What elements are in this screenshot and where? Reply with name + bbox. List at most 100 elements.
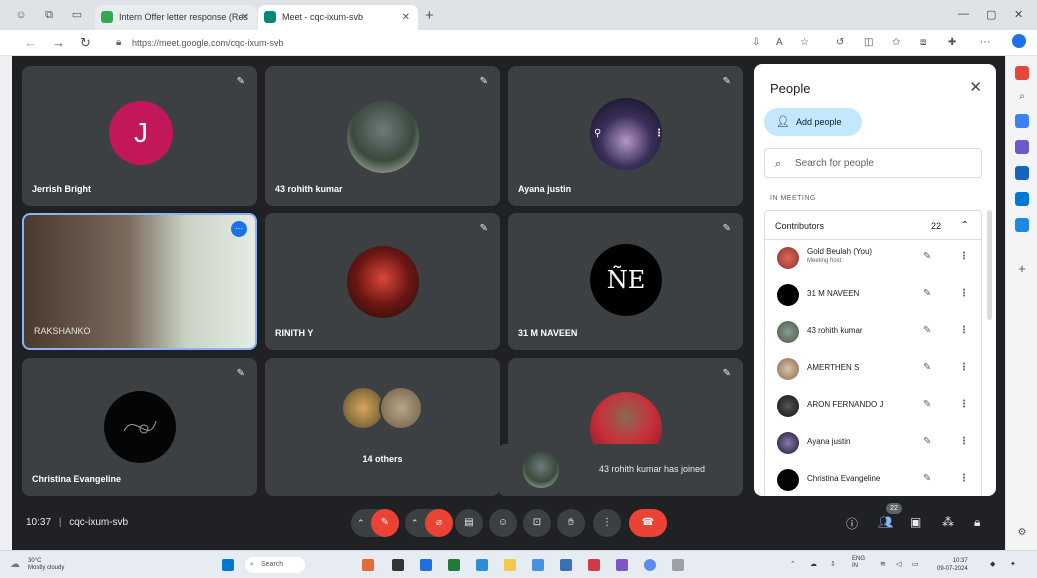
add-people-button[interactable]: 👤︎ Add people bbox=[764, 108, 862, 136]
participant-tile[interactable]: ✎ J Jerrish Bright bbox=[22, 66, 257, 206]
raise-hand-button[interactable]: ✋︎ bbox=[557, 509, 585, 537]
more-options-icon[interactable]: ⋮ bbox=[959, 288, 969, 299]
read-aloud-icon[interactable]: A bbox=[776, 37, 783, 48]
tools-icon[interactable] bbox=[1015, 114, 1029, 128]
muted-mic-icon[interactable]: ✎ bbox=[923, 325, 931, 336]
download-icon[interactable]: ⇩ bbox=[752, 37, 760, 48]
participant-tile[interactable]: ✎ ⚲ ⋮ Ayana justin bbox=[508, 66, 743, 206]
refresh-extension-icon[interactable]: ↺ bbox=[836, 37, 844, 48]
tray-chevron-icon[interactable]: ⌃ bbox=[790, 560, 796, 568]
more-options-icon[interactable]: ⋮ bbox=[959, 362, 969, 373]
muted-mic-icon[interactable]: ✎ bbox=[923, 436, 931, 447]
more-options-icon[interactable]: ⋮ bbox=[654, 128, 664, 139]
tab-actions-icon[interactable]: ▭ bbox=[70, 8, 84, 22]
search-sidebar-icon[interactable]: ⌕ bbox=[1015, 90, 1029, 104]
microphone-button[interactable]: ⌃ ✎ bbox=[351, 509, 399, 537]
reactions-button[interactable]: ☺ bbox=[489, 509, 517, 537]
list-item[interactable]: Ayana justin ✎ ⋮ bbox=[765, 425, 981, 462]
more-options-icon[interactable]: ⋮ bbox=[959, 436, 969, 447]
close-tab-icon[interactable]: ✕ bbox=[402, 5, 410, 30]
list-item[interactable]: Christina Evangeline ✎ ⋮ bbox=[765, 462, 981, 496]
tray-cloud-icon[interactable]: ☁ bbox=[810, 560, 817, 568]
tray-usb-icon[interactable]: ⇩ bbox=[830, 560, 836, 568]
task-view-icon[interactable] bbox=[392, 559, 404, 571]
list-item[interactable]: ARON FERNANDO J ✎ ⋮ bbox=[765, 388, 981, 425]
list-item[interactable]: Gold Beulah (You) Meeting host ✎ ⋮ bbox=[765, 240, 981, 277]
games-icon[interactable] bbox=[1015, 166, 1029, 180]
volume-icon[interactable]: ◁ bbox=[896, 560, 901, 568]
muted-mic-icon[interactable]: ✎ bbox=[923, 399, 931, 410]
profile-icon[interactable]: ☺ bbox=[14, 8, 28, 22]
panel-scrollbar[interactable] bbox=[987, 210, 992, 320]
chevron-up-icon[interactable]: ⌃ bbox=[411, 509, 419, 537]
more-options-icon[interactable]: ⋮ bbox=[959, 399, 969, 410]
weather-icon[interactable]: ☁ bbox=[10, 559, 20, 570]
contributors-section-header[interactable]: Contributors 22 ⌃ bbox=[764, 210, 982, 240]
battery-icon[interactable]: ▭ bbox=[912, 560, 919, 568]
favorites-bar-icon[interactable]: ✩ bbox=[892, 37, 900, 48]
minimize-icon[interactable]: — bbox=[958, 8, 969, 20]
more-options-icon[interactable]: ⋯ bbox=[980, 37, 990, 48]
participant-tile[interactable]: ✎ ÑE 31 M NAVEEN bbox=[508, 213, 743, 350]
participant-tile[interactable]: ✎ Christina Evangeline bbox=[22, 358, 257, 496]
close-tab-icon[interactable]: ✕ bbox=[241, 5, 249, 30]
app-purple-icon[interactable] bbox=[616, 559, 628, 571]
activities-icon[interactable]: ⁂ bbox=[942, 515, 954, 529]
list-item[interactable]: 31 M NAVEEN ✎ ⋮ bbox=[765, 277, 981, 314]
refresh-icon[interactable]: ↻ bbox=[80, 35, 91, 51]
people-sidebar-icon[interactable] bbox=[1015, 140, 1029, 154]
file-explorer-icon[interactable] bbox=[504, 559, 516, 571]
notification-icon[interactable]: ◆ bbox=[990, 560, 995, 568]
taskbar-clock[interactable]: 10:37 09-07-2024 bbox=[937, 557, 968, 573]
new-tab-icon[interactable]: + bbox=[425, 7, 434, 24]
weather-widget[interactable]: 30°C Mostly cloudy bbox=[28, 558, 64, 572]
captions-button[interactable]: ▤ bbox=[455, 509, 483, 537]
lock-icon[interactable]: 🔒︎ bbox=[116, 34, 121, 52]
list-item[interactable]: AMERTHEN S ✎ ⋮ bbox=[765, 351, 981, 388]
taskbar-search[interactable]: ⌕ Search bbox=[245, 557, 305, 573]
more-options-button[interactable]: ⋮ bbox=[593, 509, 621, 537]
more-options-icon[interactable]: ⋮ bbox=[959, 325, 969, 336]
meeting-details-icon[interactable]: ⓘ bbox=[846, 515, 858, 532]
chevron-up-icon[interactable]: ⌃ bbox=[357, 509, 365, 537]
browser-tab-intern-offer[interactable]: Intern Offer letter response (Res ✕ bbox=[95, 5, 257, 30]
back-icon[interactable]: ← bbox=[24, 35, 37, 50]
copilot-taskbar-icon[interactable]: ✦ bbox=[1010, 560, 1016, 568]
sidebar-settings-icon[interactable]: ⚙ bbox=[1015, 526, 1029, 540]
close-icon[interactable]: ✕ bbox=[969, 78, 982, 96]
split-screen-icon[interactable]: ◫ bbox=[864, 37, 873, 48]
leave-call-button[interactable]: ☎︎ bbox=[629, 509, 667, 537]
widgets-app-icon[interactable] bbox=[362, 559, 374, 571]
close-window-icon[interactable]: ✕ bbox=[1014, 8, 1023, 21]
settings-app-icon[interactable] bbox=[672, 559, 684, 571]
collections-icon[interactable]: ⧈ bbox=[920, 37, 926, 48]
forward-icon[interactable]: → bbox=[52, 35, 65, 50]
self-view-tile[interactable]: ⋯ RAKSHANKO bbox=[22, 213, 257, 350]
word-app-icon[interactable] bbox=[560, 559, 572, 571]
more-options-icon[interactable]: ⋮ bbox=[959, 251, 969, 262]
copilot-icon[interactable] bbox=[1012, 34, 1026, 48]
pin-icon[interactable]: ⚲ bbox=[594, 128, 601, 139]
edge-app-icon[interactable] bbox=[420, 559, 432, 571]
office-icon[interactable] bbox=[1015, 192, 1029, 206]
list-item[interactable]: 43 rohith kumar ✎ ⋮ bbox=[765, 314, 981, 351]
app-shield-icon[interactable] bbox=[588, 559, 600, 571]
muted-mic-icon[interactable]: ✎ bbox=[923, 288, 931, 299]
more-options-icon[interactable]: ⋮ bbox=[959, 473, 969, 484]
camera-button[interactable]: ⌃ ⌀ bbox=[405, 509, 453, 537]
host-controls-icon[interactable]: 🔒︎ bbox=[974, 515, 980, 530]
workspaces-icon[interactable]: ⧉ bbox=[42, 8, 56, 22]
muted-mic-icon[interactable]: ✎ bbox=[923, 251, 931, 262]
favorite-icon[interactable]: ☆ bbox=[800, 37, 809, 48]
browser-tab-meet[interactable]: Meet - cqc-ixum-svb ✕ bbox=[258, 5, 418, 30]
start-icon[interactable] bbox=[222, 559, 234, 571]
maximize-icon[interactable]: ▢ bbox=[986, 8, 996, 21]
input-language[interactable]: ENG IN bbox=[852, 556, 865, 570]
outlook-icon[interactable] bbox=[1015, 218, 1029, 232]
muted-mic-icon[interactable]: ✎ bbox=[923, 362, 931, 373]
others-tile[interactable]: 14 others bbox=[265, 358, 500, 496]
store-app-icon[interactable] bbox=[532, 559, 544, 571]
extensions-icon[interactable]: ✚ bbox=[948, 37, 956, 48]
participant-tile[interactable]: ✎ RINITH Y bbox=[265, 213, 500, 350]
search-people-input[interactable]: ⌕ Search for people bbox=[764, 148, 982, 178]
